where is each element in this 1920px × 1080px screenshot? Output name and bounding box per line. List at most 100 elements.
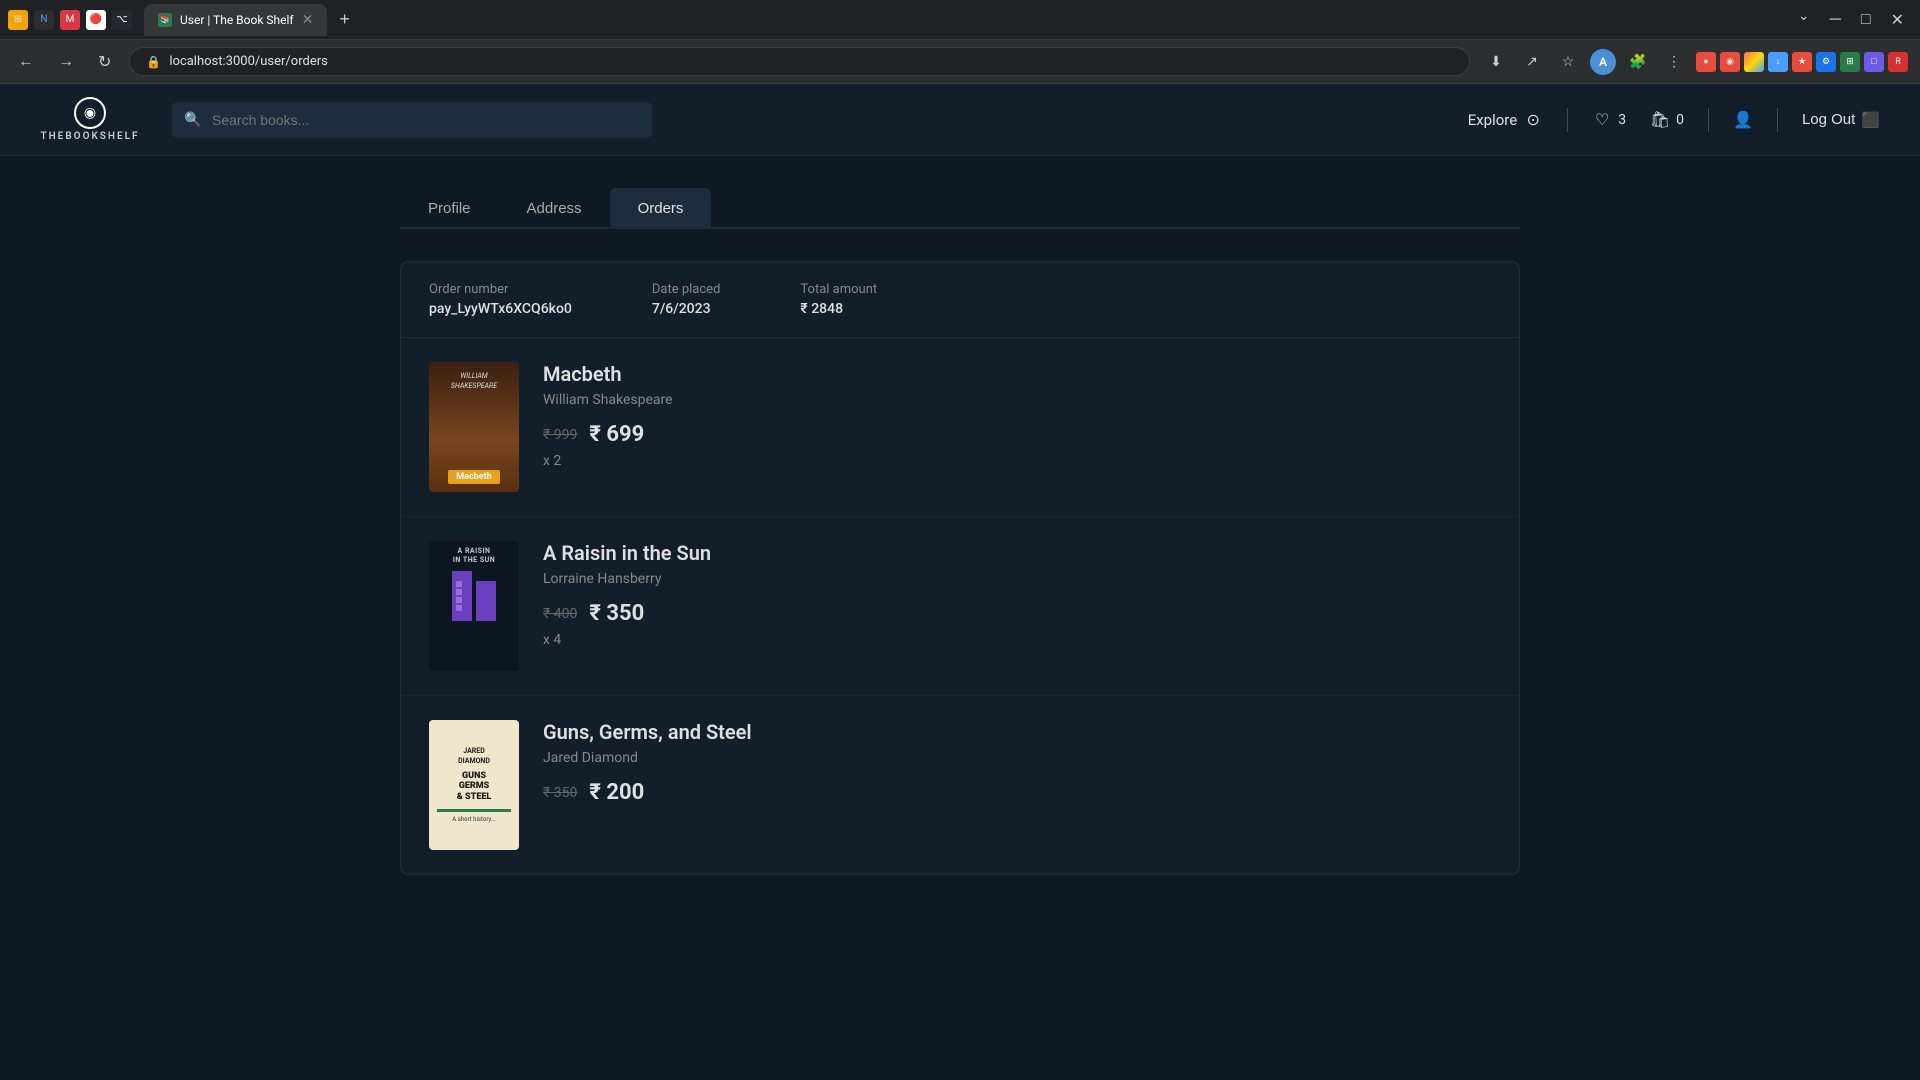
lock-icon: 🔒	[146, 55, 161, 69]
macbeth-quantity: x 2	[543, 453, 1491, 469]
macbeth-price-row: ₹ 999 ₹ 699	[543, 422, 1491, 447]
favicon-ext[interactable]: 🔴	[86, 10, 106, 30]
browser-tabs: ⊞ N M 🔴 ⌥ 📚 User | The Book Shelf ✕ +	[8, 4, 1782, 36]
ext-icon-5[interactable]: ★	[1792, 52, 1812, 72]
tab-orders[interactable]: Orders	[610, 188, 712, 229]
macbeth-author: William Shakespeare	[543, 392, 1491, 408]
browser-chrome: ⊞ N M 🔴 ⌥ 📚 User | The Book Shelf ✕ + ⌄ …	[0, 0, 1920, 40]
header-right: Explore ⊙ ♡ 3 🛍 0 👤 Log Out ⬛	[1468, 108, 1880, 132]
tab-address[interactable]: Address	[499, 188, 610, 229]
book-cover-macbeth: WILLIAMSHAKESPEARE Macbeth	[429, 362, 519, 492]
total-amount-field: Total amount ₹ 2848	[800, 282, 877, 317]
ext-icon-4[interactable]: ↓	[1768, 52, 1788, 72]
user-profile-nav[interactable]: 👤	[1733, 110, 1753, 130]
logout-icon: ⬛	[1861, 111, 1880, 129]
guns-author: Jared Diamond	[543, 750, 1491, 766]
favicon-github[interactable]: ⌥	[112, 10, 132, 30]
refresh-btn[interactable]: ↻	[92, 48, 117, 76]
raisin-author: Lorraine Hansberry	[543, 571, 1491, 587]
order-item-macbeth: WILLIAMSHAKESPEARE Macbeth Macbeth Willi…	[401, 338, 1519, 517]
address-bar-row: ← → ↻ 🔒 localhost:3000/user/orders ⬇ ↗ ☆…	[0, 40, 1920, 84]
search-input[interactable]	[172, 102, 652, 138]
search-icon: 🔍	[184, 112, 201, 128]
tab-list-btn[interactable]: ⌄	[1798, 8, 1810, 32]
raisin-price-row: ₹ 400 ₹ 350	[543, 601, 1491, 626]
order-number-value: pay_LyyWTx6XCQ6ko0	[429, 301, 572, 317]
download-icon[interactable]: ⬇	[1482, 48, 1510, 76]
wishlist-count: 3	[1618, 112, 1626, 128]
divider-3	[1777, 108, 1778, 132]
raisin-quantity: x 4	[543, 632, 1491, 648]
search-container: 🔍	[172, 102, 652, 138]
share-icon[interactable]: ↗	[1518, 48, 1546, 76]
page-content: Profile Address Orders Order number pay_…	[360, 156, 1560, 907]
favicon-apps[interactable]: ⊞	[8, 10, 28, 30]
guns-cover-title: GUNSGERMS& STEEL	[457, 771, 492, 803]
ext-icon-9[interactable]: R	[1888, 52, 1908, 72]
guns-cover-subtitle: A short history...	[452, 816, 495, 823]
guns-title: Guns, Germs, and Steel	[543, 720, 1491, 744]
total-amount-label: Total amount	[800, 282, 877, 297]
bookmark-star-icon[interactable]: ☆	[1554, 48, 1582, 76]
active-tab[interactable]: 📚 User | The Book Shelf ✕	[144, 4, 327, 36]
macbeth-info: Macbeth William Shakespeare ₹ 999 ₹ 699 …	[543, 362, 1491, 469]
heart-icon: ♡	[1592, 110, 1612, 130]
tab-close-btn[interactable]: ✕	[302, 12, 314, 28]
address-bar[interactable]: 🔒 localhost:3000/user/orders	[129, 47, 1470, 76]
order-number-label: Order number	[429, 282, 572, 297]
order-header: Order number pay_LyyWTx6XCQ6ko0 Date pla…	[401, 262, 1519, 338]
minimize-btn[interactable]: ─	[1822, 8, 1849, 32]
divider-1	[1567, 108, 1568, 132]
cart-icon: 🛍	[1650, 110, 1670, 130]
url-text: localhost:3000/user/orders	[169, 54, 327, 69]
guns-price-discounted: ₹ 200	[589, 780, 644, 805]
ext-icon-7[interactable]: ⊞	[1840, 52, 1860, 72]
ext-icon-2[interactable]: ◉	[1720, 52, 1740, 72]
book-cover-guns: JAREDDIAMOND GUNSGERMS& STEEL A short hi…	[429, 720, 519, 850]
macbeth-subtitle-text: WILLIAMSHAKESPEARE	[451, 372, 497, 392]
extensions-icon[interactable]: 🧩	[1624, 48, 1652, 76]
logout-button[interactable]: Log Out ⬛	[1802, 111, 1880, 129]
forward-btn[interactable]: →	[52, 49, 80, 75]
ext-icon-3[interactable]	[1744, 52, 1764, 72]
raisin-title: A Raisin in the Sun	[543, 541, 1491, 565]
ext-icon-1[interactable]: ●	[1696, 52, 1716, 72]
logout-label: Log Out	[1802, 111, 1855, 128]
macbeth-title: Macbeth	[543, 362, 1491, 386]
raisin-building	[452, 571, 496, 621]
guns-info: Guns, Germs, and Steel Jared Diamond ₹ 3…	[543, 720, 1491, 811]
cart-count: 0	[1676, 112, 1684, 128]
ext-icon-6[interactable]: ⚙	[1816, 52, 1836, 72]
divider-2	[1708, 108, 1709, 132]
logo[interactable]: ◉ THEBOOKSHELF	[40, 97, 140, 142]
macbeth-price-discounted: ₹ 699	[589, 422, 644, 447]
explore-nav[interactable]: Explore ⊙	[1468, 110, 1544, 130]
guns-cover-author: JAREDDIAMOND	[458, 747, 490, 767]
maximize-btn[interactable]: □	[1853, 8, 1879, 32]
explore-label: Explore	[1468, 111, 1518, 129]
cart-nav[interactable]: 🛍 0	[1650, 110, 1684, 130]
raisin-tower-2	[476, 581, 496, 621]
back-btn[interactable]: ←	[12, 49, 40, 75]
raisin-cover-title: A RAISININ THE SUN	[453, 547, 495, 565]
book-cover-raisin: A RAISININ THE SUN	[429, 541, 519, 671]
close-btn[interactable]: ✕	[1883, 8, 1912, 32]
date-placed-value: 7/6/2023	[652, 301, 721, 317]
guns-price-original: ₹ 350	[543, 785, 577, 801]
tab-title: User | The Book Shelf	[180, 13, 294, 27]
raisin-info: A Raisin in the Sun Lorraine Hansberry ₹…	[543, 541, 1491, 648]
tab-profile[interactable]: Profile	[400, 188, 499, 229]
raisin-price-original: ₹ 400	[543, 606, 577, 622]
browser-profile-icon[interactable]: A	[1590, 49, 1616, 75]
order-number-field: Order number pay_LyyWTx6XCQ6ko0	[429, 282, 572, 317]
menu-icon[interactable]: ⋮	[1660, 48, 1688, 76]
total-amount-value: ₹ 2848	[800, 301, 877, 317]
wishlist-nav[interactable]: ♡ 3	[1592, 110, 1626, 130]
favicon-gmail[interactable]: M	[60, 10, 80, 30]
logo-text: THEBOOKSHELF	[40, 131, 139, 142]
order-item-guns: JAREDDIAMOND GUNSGERMS& STEEL A short hi…	[401, 696, 1519, 874]
favicon-neo[interactable]: N	[34, 10, 54, 30]
ext-icon-8[interactable]: □	[1864, 52, 1884, 72]
order-card: Order number pay_LyyWTx6XCQ6ko0 Date pla…	[400, 261, 1520, 875]
new-tab-button[interactable]: +	[331, 5, 358, 34]
